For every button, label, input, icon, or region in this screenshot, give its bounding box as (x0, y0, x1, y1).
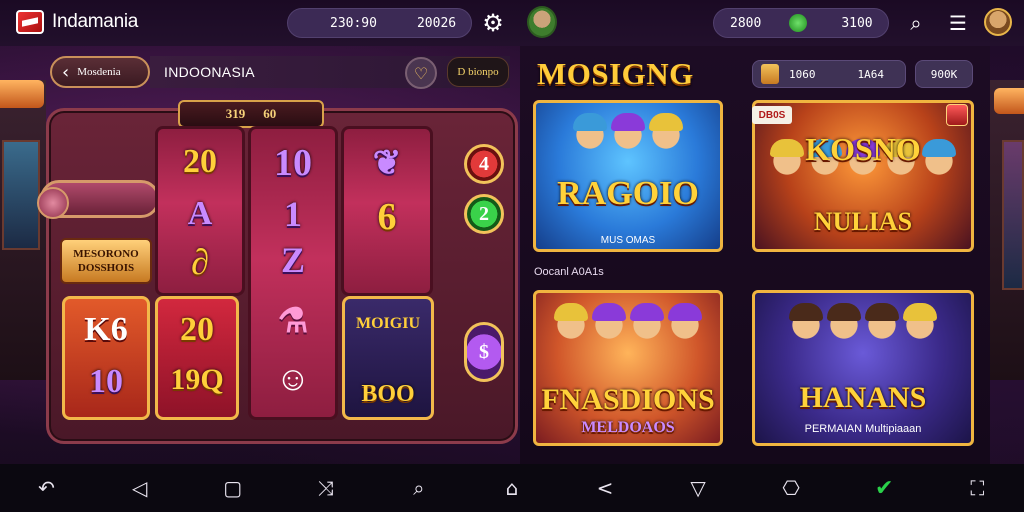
reel-symbol: Z (280, 240, 305, 280)
game-card-badge: DB0S (752, 106, 792, 124)
chevron-left-icon: ‹ (62, 61, 70, 83)
tile-c-top: MOIGIU (356, 315, 420, 332)
check-icon[interactable]: ✔ (867, 471, 901, 505)
game-card-subtitle: MELDOAOS (581, 419, 675, 436)
favorite-icon[interactable]: ♡ (405, 57, 437, 89)
square-icon[interactable]: ▢ (216, 471, 250, 505)
slot-reel-3: ❦ 6 (341, 126, 433, 296)
search-icon[interactable]: ⌕ (402, 471, 436, 505)
lamp-red-button[interactable]: 4 (464, 144, 504, 184)
app-logo-icon[interactable] (16, 10, 44, 34)
mascot-avatar-icon[interactable] (527, 6, 557, 38)
share-icon[interactable]: < (588, 471, 622, 505)
bonus-tag[interactable]: D bionpo (447, 57, 509, 87)
symbol-tile-a[interactable]: K6 10 (62, 296, 150, 420)
symbol-tile-b[interactable]: 20 19Q (155, 296, 239, 420)
game-card-title: FNASDIONS (541, 383, 715, 416)
stat-value-2: 3100 (841, 15, 873, 31)
game-card-subtitle: NULIAS (813, 207, 913, 236)
character-icon: ☺ (275, 361, 311, 398)
chip-small[interactable]: 900K (915, 60, 973, 88)
shuffle-icon[interactable]: ⤨ (309, 471, 343, 505)
game-card-4[interactable]: HANANS PERMAIAN Multipiaaan (752, 290, 974, 446)
reel-symbol: 20 (183, 143, 217, 180)
user-avatar[interactable] (984, 8, 1012, 36)
settings-gear-icon[interactable]: ⚙ (479, 9, 507, 37)
slot-reel-2: 10 1 Z ⚗ ☺ (248, 126, 338, 420)
row-caption: Oocanl A0A1s (534, 266, 604, 278)
section-title: MOSIGNG (537, 56, 694, 91)
gamepad-icon[interactable]: ⎔ (774, 471, 808, 505)
diamond-icon[interactable]: ▽ (681, 471, 715, 505)
symbol-tile-c[interactable]: MOIGIU BOO (342, 296, 434, 420)
slot-lever[interactable] (37, 180, 160, 219)
gift-icon (946, 104, 968, 126)
tile-c-bottom: BOO (361, 381, 415, 407)
game-card-title: KOSNO (805, 131, 921, 167)
tile-b-top: 20 (180, 311, 214, 348)
game-card-subtitle: MUS OMAS (600, 235, 656, 246)
home-icon[interactable]: ⌂ (495, 471, 529, 505)
back-icon[interactable]: ↶ (30, 471, 64, 505)
treasure-icon (761, 64, 779, 84)
fullscreen-icon[interactable]: ⛶ (960, 471, 994, 505)
tile-a-top: K6 (84, 311, 128, 348)
reel-symbol: 6 (377, 196, 397, 238)
lamp-green-button[interactable]: 2 (464, 194, 504, 234)
reel-symbol: A (187, 195, 213, 232)
lamp-column: 4 2 $ (462, 138, 506, 398)
chip-box[interactable]: 1060 1A64 (752, 60, 906, 88)
game-card-title: HANANS (799, 381, 927, 414)
coins-pill[interactable]: 2800 3100 (713, 8, 889, 38)
slot-reel-1: 20 A ∂ (155, 126, 245, 296)
game-card-3[interactable]: FNASDIONS MELDOAOS (533, 290, 723, 446)
reel-symbol: ∂ (191, 242, 209, 282)
tile-a-bottom: 10 (89, 363, 123, 400)
slot-top-plaque: 319 60 (178, 100, 324, 128)
game-card-subtitle: PERMAIAN Multipiaaan (804, 423, 922, 435)
back-label: Mosdenia (77, 66, 121, 78)
balance-value-2: 20026 (416, 15, 457, 31)
triangle-back-icon[interactable]: ◁ (123, 471, 157, 505)
arcade-machine-left (0, 80, 46, 380)
menu-list-icon[interactable]: ☰ (944, 10, 972, 36)
bottom-nav: ↶ ◁ ▢ ⤨ ⌕ ⌂ < ▽ ⎔ ✔ ⛶ (0, 464, 1024, 512)
leaf-icon: ❦ (372, 145, 402, 182)
arcade-machine-right (988, 80, 1024, 380)
balance-value-1: 230:90 (330, 15, 377, 31)
potion-icon: ⚗ (277, 303, 309, 340)
game-card-1[interactable]: RAGOIO MUS OMAS (533, 100, 723, 252)
plaque-value-1: 319 (225, 106, 246, 121)
region-label: INDOONASIA (164, 64, 255, 80)
gem-icon (789, 14, 808, 32)
reel-symbol: 1 (284, 194, 302, 234)
balance-pill[interactable]: 230:90 20026 (287, 8, 472, 38)
game-card-title: RAGOIO (557, 175, 699, 212)
chip-value-1: 1060 (789, 67, 816, 81)
search-icon[interactable]: ⌕ (903, 10, 929, 36)
reel-symbol: 10 (274, 142, 312, 184)
side-sign-line-1: MESORONO (73, 248, 139, 260)
stat-value-1: 2800 (730, 15, 762, 31)
tile-b-bottom: 19Q (170, 363, 224, 396)
plaque-value-2: 60 (263, 106, 277, 121)
back-button[interactable]: ‹ Mosdenia (50, 56, 150, 88)
side-sign: MESORONO DOSSHOIS (60, 238, 152, 284)
side-sign-line-2: DOSSHOIS (77, 262, 135, 274)
chip-value-2: 1A64 (857, 67, 885, 81)
lamp-purple-button[interactable]: $ (464, 322, 504, 382)
app-title: Indamania (52, 11, 139, 32)
